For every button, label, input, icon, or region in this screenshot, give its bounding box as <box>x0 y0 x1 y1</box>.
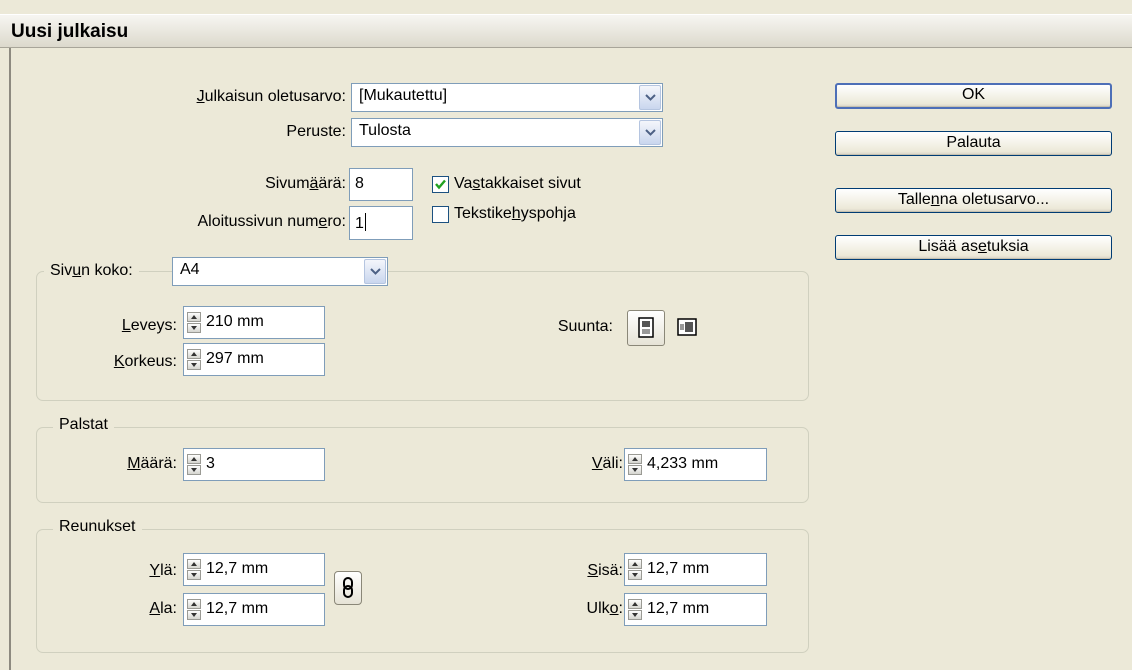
pages-input[interactable]: 8 <box>349 168 413 201</box>
height-input[interactable]: 297 mm <box>183 343 325 376</box>
spinner-icon[interactable] <box>187 349 201 370</box>
margin-inside-label: Sisä: <box>587 562 623 579</box>
preset-label: Julkaisun oletusarvo: <box>196 88 346 105</box>
more-options-button[interactable]: Lisää asetuksia <box>835 235 1112 260</box>
spinner-icon[interactable] <box>628 454 642 475</box>
chevron-down-icon[interactable] <box>639 85 661 110</box>
margin-outside-input[interactable]: 12,7 mm <box>624 593 767 626</box>
portrait-orientation-button[interactable] <box>627 310 665 346</box>
facing-pages-checkbox[interactable] <box>432 176 449 193</box>
margin-bottom-label: Ala: <box>149 600 177 617</box>
link-margins-button[interactable] <box>334 571 362 605</box>
gutter-input[interactable]: 4,233 mm <box>624 448 767 481</box>
window-frame-left <box>9 48 11 670</box>
margins-legend: Reunukset <box>53 518 142 536</box>
margin-outside-label: Ulko: <box>586 600 623 617</box>
margin-bottom-input[interactable]: 12,7 mm <box>183 593 325 626</box>
preset-value: [Mukautettu] <box>359 87 448 104</box>
spinner-icon[interactable] <box>187 312 201 333</box>
columns-legend: Palstat <box>53 416 114 434</box>
title-bar: Uusi julkaisu <box>0 14 1132 48</box>
spinner-icon[interactable] <box>187 559 201 580</box>
ok-button[interactable]: OK <box>835 83 1112 109</box>
reset-button[interactable]: Palauta <box>835 131 1112 156</box>
spinner-icon[interactable] <box>187 454 201 475</box>
pages-label: Sivumäärä: <box>265 175 346 192</box>
page-size-value: A4 <box>180 261 200 278</box>
master-text-frame-label: Tekstikehyspohja <box>454 205 576 222</box>
height-label: Korkeus: <box>113 353 177 370</box>
landscape-page-icon <box>677 318 697 336</box>
page-size-label: Sivun koko: <box>44 262 139 280</box>
chevron-down-icon[interactable] <box>364 259 386 284</box>
margin-top-label: Ylä: <box>149 562 177 579</box>
preset-dropdown[interactable]: [Mukautettu] <box>351 83 663 112</box>
portrait-page-icon <box>638 317 654 338</box>
width-label: Leveys: <box>121 317 177 334</box>
margin-top-input[interactable]: 12,7 mm <box>183 553 325 586</box>
page-size-dropdown[interactable]: A4 <box>172 257 388 286</box>
margin-inside-input[interactable]: 12,7 mm <box>624 553 767 586</box>
start-page-label: Aloitussivun numero: <box>197 213 346 230</box>
facing-pages-label: Vastakkaiset sivut <box>454 175 581 192</box>
width-input[interactable]: 210 mm <box>183 306 325 339</box>
save-preset-button[interactable]: Tallenna oletusarvo... <box>835 188 1112 213</box>
columns-number-label: Määrä: <box>127 455 177 472</box>
intent-value: Tulosta <box>359 122 411 139</box>
landscape-orientation-button[interactable] <box>673 313 701 343</box>
spinner-icon[interactable] <box>628 559 642 580</box>
text-caret <box>364 213 366 231</box>
columns-number-input[interactable]: 3 <box>183 448 325 481</box>
checkmark-icon <box>435 179 446 190</box>
orientation-label: Suunta: <box>557 318 613 335</box>
chevron-down-icon[interactable] <box>639 120 661 145</box>
intent-label: Peruste: <box>286 123 346 140</box>
spinner-icon[interactable] <box>187 599 201 620</box>
gutter-label: Väli: <box>591 455 623 472</box>
spinner-icon[interactable] <box>628 599 642 620</box>
margins-group <box>36 529 809 653</box>
intent-dropdown[interactable]: Tulosta <box>351 118 663 147</box>
window-title: Uusi julkaisu <box>11 21 129 42</box>
chain-link-icon <box>343 577 353 598</box>
start-page-input[interactable]: 1 <box>349 206 413 240</box>
master-text-frame-checkbox[interactable] <box>432 206 449 223</box>
